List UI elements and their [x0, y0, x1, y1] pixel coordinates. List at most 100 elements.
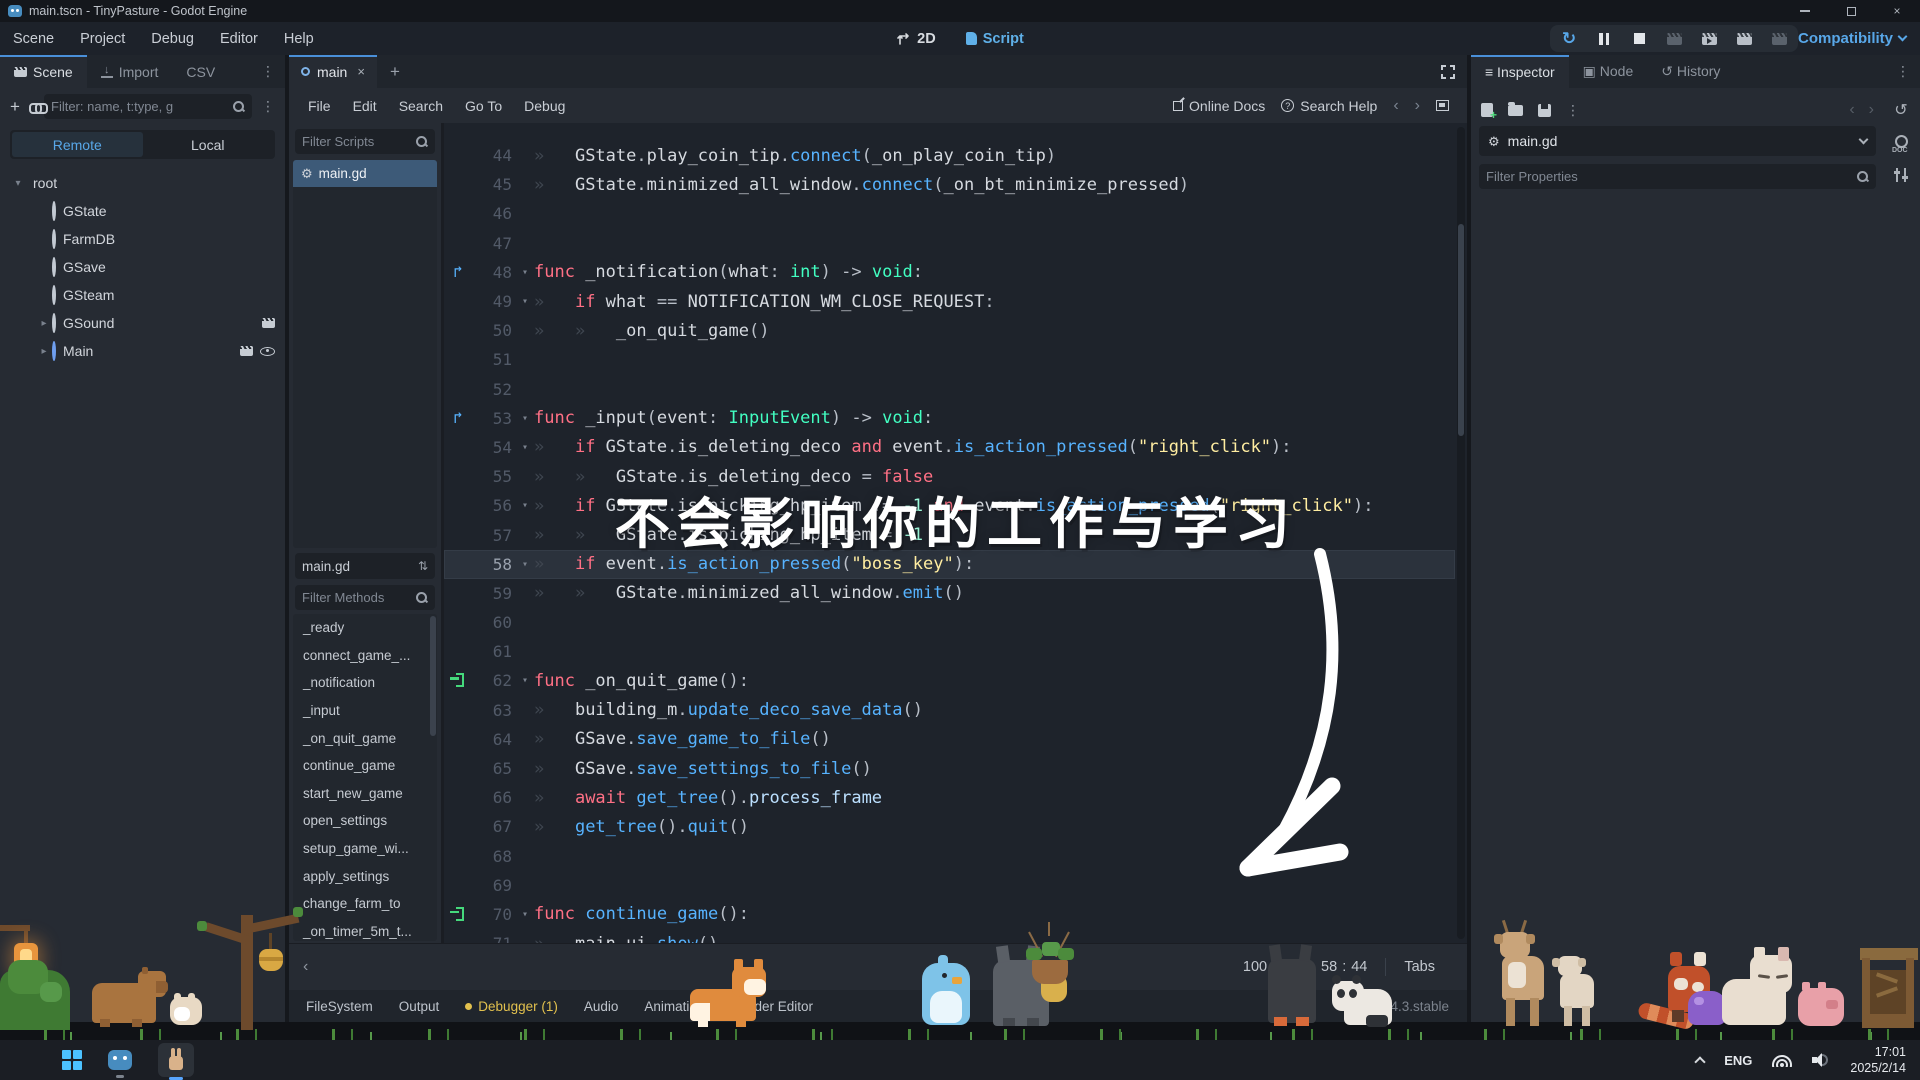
methods-scrollbar[interactable]: [430, 616, 436, 736]
new-resource-icon[interactable]: [1481, 103, 1497, 122]
close-button[interactable]: ×: [1874, 0, 1920, 22]
wifi-icon[interactable]: [1772, 1053, 1793, 1067]
float-panel-icon[interactable]: [1436, 100, 1449, 111]
menu-editor[interactable]: Editor: [207, 31, 271, 47]
zoom-level[interactable]: 100 %: [1225, 959, 1302, 975]
method-item[interactable]: start_new_game: [293, 780, 437, 808]
dock-tab-csv[interactable]: CSV: [172, 55, 229, 88]
history-list-icon[interactable]: ↺: [1894, 100, 1907, 120]
workspace-script-button[interactable]: Script: [965, 31, 1024, 47]
bottom-panel-filesystem[interactable]: FileSystem: [293, 994, 386, 1018]
method-item[interactable]: change_farm_to: [293, 890, 437, 918]
online-docs-button[interactable]: Online Docs: [1173, 98, 1265, 114]
bottom-panel-debugger-1-[interactable]: Debugger (1): [452, 994, 571, 1018]
inspector-tabs-menu-icon[interactable]: ⋮: [1886, 63, 1920, 80]
dock-tab-node[interactable]: ▣ Node: [1569, 55, 1648, 88]
add-node-button[interactable]: +: [10, 98, 20, 115]
method-item[interactable]: _input: [293, 697, 437, 725]
stop-button[interactable]: [1630, 30, 1648, 48]
method-item[interactable]: _on_quit_game: [293, 724, 437, 752]
maximize-button[interactable]: [1828, 0, 1874, 22]
play-custom-scene-button[interactable]: [1735, 30, 1753, 48]
filter-methods-input[interactable]: [302, 590, 410, 605]
code-line-51[interactable]: 51: [444, 345, 1455, 374]
start-button[interactable]: [62, 1050, 82, 1070]
code-line-49[interactable]: 49 ▾» if what == NOTIFICATION_WM_CLOSE_RE…: [444, 287, 1455, 316]
filter-scripts[interactable]: [295, 129, 435, 154]
history-forward-icon[interactable]: ›: [1415, 97, 1420, 115]
code-line-53[interactable]: ↱ 53 ▾ func _input(event: InputEvent) -> vo…: [444, 404, 1455, 433]
code-line-70[interactable]: 70 ▾ func continue_game():: [444, 900, 1455, 929]
method-item[interactable]: connect_game_...: [293, 642, 437, 670]
history-forward-icon[interactable]: ›: [1869, 101, 1874, 119]
tree-item-gstate[interactable]: GState: [0, 197, 285, 225]
dock-tab-inspector[interactable]: ≡ Inspector: [1471, 55, 1569, 88]
dock-tab-import[interactable]: ↓ Import: [87, 55, 173, 88]
tune-icon[interactable]: [1893, 168, 1909, 182]
restart-button[interactable]: ↻: [1560, 29, 1578, 48]
language-indicator[interactable]: ENG: [1724, 1053, 1752, 1068]
movie-maker-button[interactable]: [1770, 30, 1788, 48]
load-resource-icon[interactable]: [1508, 101, 1523, 116]
script-name-field[interactable]: ⇅: [295, 553, 435, 579]
visibility-icon[interactable]: [260, 346, 275, 356]
code-line-46[interactable]: 46: [444, 199, 1455, 228]
renderer-selector[interactable]: Compatibility: [1798, 22, 1908, 55]
scroll-left-icon[interactable]: ‹: [303, 958, 308, 976]
code-line-52[interactable]: 52: [444, 375, 1455, 404]
menu-debug[interactable]: Debug: [138, 31, 207, 47]
scene-filter[interactable]: [44, 94, 252, 119]
code-line-47[interactable]: 47: [444, 229, 1455, 258]
sort-methods-icon[interactable]: ⇅: [418, 559, 428, 573]
bottom-panel-animation[interactable]: Animation: [631, 994, 717, 1018]
instance-scene-icon[interactable]: [28, 102, 49, 114]
bottom-panel-audio[interactable]: Audio: [571, 994, 632, 1018]
script-menu-edit[interactable]: Edit: [342, 98, 388, 114]
method-item[interactable]: open_settings: [293, 807, 437, 835]
workspace-2d-button[interactable]: 2D: [896, 31, 936, 47]
tab-main[interactable]: main ×: [289, 55, 377, 88]
script-menu-go-to[interactable]: Go To: [454, 98, 513, 114]
dock-tabs-menu-icon[interactable]: ⋮: [251, 63, 285, 80]
close-tab-icon[interactable]: ×: [357, 64, 365, 79]
filter-methods[interactable]: [295, 585, 435, 610]
tree-item-gsave[interactable]: GSave: [0, 253, 285, 281]
code-line-45[interactable]: 45» GState.minimized_all_window.connect(…: [444, 170, 1455, 199]
tray-expand-icon[interactable]: [1694, 1056, 1706, 1068]
code-line-44[interactable]: 44» GState.play_coin_tip.connect(_on_pla…: [444, 141, 1455, 170]
clock[interactable]: 17:01 2025/2/14: [1850, 1044, 1906, 1077]
menu-project[interactable]: Project: [67, 31, 138, 47]
pause-button[interactable]: [1595, 30, 1613, 48]
taskbar-godot-icon[interactable]: [108, 1050, 132, 1078]
code-line-71[interactable]: 71» main_ui.show(): [444, 929, 1455, 943]
method-item[interactable]: _on_timer_5m_t...: [293, 918, 437, 941]
method-item[interactable]: _ready: [293, 614, 437, 642]
edited-resource[interactable]: ⚙ main.gd: [1479, 126, 1876, 156]
tree-item-farmdb[interactable]: FarmDB: [0, 225, 285, 253]
tree-item-main[interactable]: ▸ Main: [0, 337, 285, 365]
filter-scripts-input[interactable]: [302, 134, 410, 149]
remote-debug-icon[interactable]: [1665, 30, 1683, 48]
new-tab-button[interactable]: +: [377, 55, 413, 88]
method-item[interactable]: setup_game_wi...: [293, 835, 437, 863]
script-menu-search[interactable]: Search: [388, 98, 454, 114]
code-line-54[interactable]: 54 ▾» if GState.is_deleting_deco and even…: [444, 433, 1455, 462]
script-item-main.gd[interactable]: ⚙ main.gd: [293, 160, 437, 187]
method-item[interactable]: continue_game: [293, 752, 437, 780]
local-tab[interactable]: Local: [143, 132, 274, 157]
filter-properties[interactable]: [1479, 164, 1876, 189]
remote-tab[interactable]: Remote: [12, 132, 143, 157]
code-scrollbar[interactable]: [1457, 127, 1465, 939]
script-name-input[interactable]: [302, 558, 418, 574]
filter-properties-input[interactable]: [1486, 169, 1851, 184]
minimize-button[interactable]: [1782, 0, 1828, 22]
search-help-button[interactable]: ? Search Help: [1281, 98, 1377, 114]
save-resource-icon[interactable]: [1538, 103, 1551, 117]
tree-item-root[interactable]: ▾ root: [0, 169, 285, 197]
volume-icon[interactable]: [1812, 1053, 1830, 1067]
method-item[interactable]: _notification: [293, 669, 437, 697]
dock-tab-scene[interactable]: Scene: [0, 55, 87, 88]
code-line-50[interactable]: 50» » _on_quit_game(): [444, 316, 1455, 345]
history-back-icon[interactable]: ‹: [1393, 97, 1398, 115]
taskbar-tinypasture-icon[interactable]: [158, 1043, 194, 1080]
